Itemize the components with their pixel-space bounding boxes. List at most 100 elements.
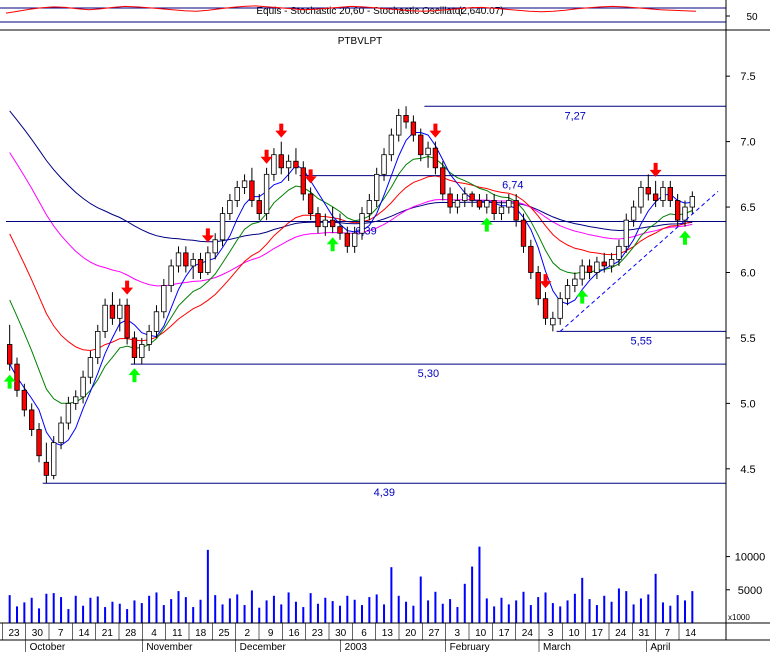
price-chart-title: PTBVLPT <box>338 36 382 47</box>
candle-body <box>6 344 13 365</box>
candle-body <box>447 193 453 208</box>
x-tick-label: 31 <box>638 628 650 639</box>
candle-body <box>29 409 35 430</box>
candle-body <box>674 200 681 221</box>
price-tick-label: 5.0 <box>740 398 755 410</box>
x-tick-label: 30 <box>32 628 44 639</box>
candle-body <box>161 285 167 313</box>
x-tick-label: 16 <box>288 628 300 639</box>
candle-body <box>117 304 123 319</box>
candle-body <box>190 259 196 267</box>
candle <box>263 167 270 221</box>
x-tick-label: 17 <box>498 628 510 639</box>
candle-body <box>51 442 57 476</box>
candle-body <box>660 187 666 201</box>
indicator-tick-label: 50 <box>746 12 758 23</box>
candle-body <box>95 330 101 358</box>
candle-body <box>557 298 563 319</box>
candle-body <box>315 213 321 228</box>
candle-body <box>139 344 145 358</box>
candle <box>124 298 130 345</box>
x-tick-label: 14 <box>685 628 697 639</box>
candle-body <box>212 239 218 254</box>
stock-chart: Equis - Stochastic 20,60 - Stochastic Os… <box>0 0 770 652</box>
candle-body <box>109 304 116 319</box>
x-tick-label: 9 <box>268 628 274 639</box>
candle-body <box>550 317 556 326</box>
x-tick-label: 10 <box>475 628 487 639</box>
candle <box>51 436 57 480</box>
level-label: 5,30 <box>418 368 439 380</box>
candle-body <box>484 200 490 208</box>
chart-background <box>0 0 770 652</box>
price-tick-label: 6.0 <box>740 268 755 280</box>
candle-body <box>396 115 402 136</box>
x-tick-label: 7 <box>58 628 64 639</box>
x-tick-label: 6 <box>361 628 367 639</box>
candle-body <box>440 167 446 195</box>
candle-body <box>278 154 284 169</box>
candle-body <box>418 134 424 156</box>
month-label: December <box>240 642 287 652</box>
x-tick-label: 24 <box>615 628 627 639</box>
candle-body <box>249 180 255 201</box>
x-tick-label: 7 <box>665 628 671 639</box>
candle-body <box>374 173 380 201</box>
candle-body <box>454 200 461 208</box>
candle-body <box>579 265 585 280</box>
candle-body <box>652 193 659 201</box>
candle-body <box>520 219 527 247</box>
x-tick-label: 4 <box>151 628 157 639</box>
candle-body <box>638 187 644 208</box>
candle-body <box>43 461 50 476</box>
candle-body <box>271 154 277 175</box>
volume-tick-label: 5000 <box>738 585 762 597</box>
level-label: 4,39 <box>374 487 395 499</box>
candle-body <box>469 193 475 201</box>
month-label: November <box>146 642 193 652</box>
candle-body <box>102 304 108 332</box>
candle-body <box>65 402 72 424</box>
x-tick-label: 23 <box>312 628 324 639</box>
candle-body <box>462 193 468 201</box>
x-tick-label: 2 <box>245 628 251 639</box>
candle-body <box>498 206 505 215</box>
price-tick-label: 4.5 <box>740 464 755 476</box>
candle-body <box>146 330 152 345</box>
candle-body <box>425 147 431 156</box>
x-tick-label: 25 <box>218 628 230 639</box>
candle-body <box>293 160 299 169</box>
candle-body <box>153 311 160 332</box>
x-tick-label: 20 <box>405 628 417 639</box>
candle-body <box>307 193 314 215</box>
candle-body <box>197 259 204 273</box>
candle-body <box>183 252 189 267</box>
month-label: February <box>450 642 490 652</box>
candle-body <box>322 219 328 228</box>
candle-body <box>366 200 373 215</box>
candle-body <box>285 160 292 169</box>
candle-body <box>351 232 358 247</box>
x-tick-label: 24 <box>522 628 534 639</box>
candle-body <box>410 121 417 136</box>
candle-body <box>131 337 138 358</box>
candle-body <box>329 219 336 228</box>
candle-body <box>14 363 20 391</box>
candle-body <box>432 147 439 169</box>
x-tick-label: 27 <box>428 628 440 639</box>
candle-body <box>234 187 240 201</box>
candle-body <box>616 245 622 260</box>
x-tick-label: 30 <box>335 628 347 639</box>
candle-body <box>337 226 343 234</box>
candle-body <box>241 180 248 188</box>
candle-body <box>227 200 233 215</box>
x-tick-label: 21 <box>102 628 114 639</box>
price-tick-label: 6.5 <box>740 202 755 214</box>
candle-body <box>689 196 696 208</box>
candle-body <box>564 285 571 300</box>
candle-body <box>124 304 130 339</box>
x-tick-label: 18 <box>195 628 207 639</box>
candle-body <box>58 422 64 444</box>
candle-body <box>381 154 387 175</box>
level-label: 7,27 <box>564 110 585 122</box>
